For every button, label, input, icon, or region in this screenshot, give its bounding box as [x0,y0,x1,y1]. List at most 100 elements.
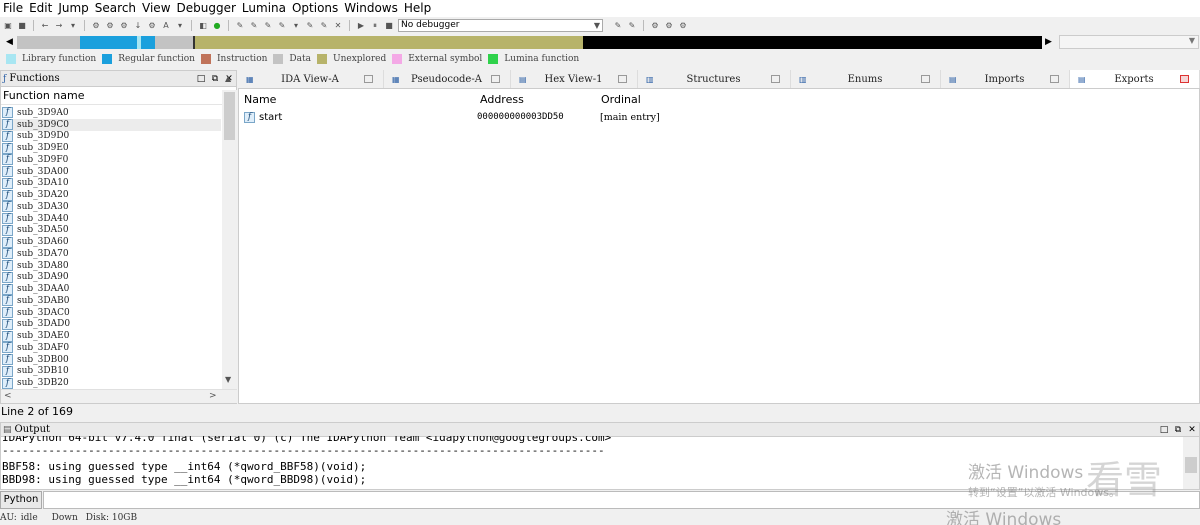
function-list-item[interactable]: f sub_3DB10 [1,365,221,378]
tool-icon[interactable]: ✎ [613,21,623,30]
nav-band-combo[interactable]: ▼ [1059,35,1199,49]
menu-edit[interactable]: Edit [26,0,55,17]
close-x-icon[interactable]: ✕ [333,21,343,30]
function-list-item[interactable]: f sub_3DAE0 [1,330,221,342]
menu-windows[interactable]: Windows [341,0,401,17]
output-scrollbar[interactable] [1183,437,1199,489]
function-list-item[interactable]: f sub_3DAA0 [1,283,221,295]
function-list-item[interactable]: f sub_3DA10 [1,177,221,190]
nav-left-arrow-icon[interactable]: ◀ [6,37,13,47]
function-list-item[interactable]: f sub_3D9F0 [1,154,221,166]
tool-icon[interactable]: ✎ [277,21,287,30]
tab-imports[interactable]: ▤ Imports [941,70,1070,88]
debugger-select[interactable]: No debugger ▼ [398,18,603,32]
tool-icon[interactable]: ⚙ [105,21,115,30]
pause-icon[interactable]: ⏸ [370,21,380,30]
function-list-item[interactable]: f sub_3D9E0 [1,142,221,154]
tab-ida-view-a[interactable]: ▦ IDA View-A [238,70,384,88]
tab-close-icon[interactable] [1050,75,1059,83]
function-list-item[interactable]: f sub_3D9D0 [1,130,221,143]
forward-icon[interactable]: → [54,21,64,30]
maximize-icon[interactable]: □ [194,74,208,84]
function-list-item[interactable]: f sub_3DA80 [1,260,221,272]
function-list-item[interactable]: f sub_3DAF0 [1,342,221,354]
tab-close-icon[interactable] [1180,75,1189,83]
function-list-item[interactable]: f sub_3DA00 [1,166,221,178]
download-icon[interactable]: ↓ [133,21,143,30]
function-list-item[interactable]: f sub_3DAD0 [1,318,221,331]
tool-icon[interactable]: ✎ [235,21,245,30]
tool-icon[interactable]: ✎ [249,21,259,30]
menu-debugger[interactable]: Debugger [174,0,239,17]
nav-band-bar[interactable] [17,36,1042,49]
function-list-item[interactable]: f sub_3DB20 [1,377,221,389]
function-list-item[interactable]: f sub_3DAB0 [1,295,221,307]
functions-horizontal-scrollbar[interactable]: < > [1,389,237,403]
play-icon[interactable]: ▶ [356,21,366,30]
dropdown-icon[interactable]: ▾ [175,21,185,30]
tool-icon[interactable]: ✎ [627,21,637,30]
chevron-right-icon[interactable]: > [209,391,217,401]
menu-file[interactable]: File [0,0,26,17]
tool-icon[interactable]: ⚙ [664,21,674,30]
graph-icon[interactable]: ◧ [198,21,208,30]
tool-icon[interactable]: ⚙ [678,21,688,30]
tool-icon[interactable]: ⚙ [147,21,157,30]
menu-help[interactable]: Help [401,0,434,17]
tool-icon[interactable]: ✎ [305,21,315,30]
menu-jump[interactable]: Jump [55,0,91,17]
nav-right-arrow-icon[interactable]: ▶ [1045,37,1052,47]
scrollbar-thumb[interactable] [1185,457,1197,473]
tool-icon[interactable]: ⚙ [91,21,101,30]
tab-exports[interactable]: ▤ Exports [1070,70,1200,88]
dropdown-icon[interactable]: ▾ [68,21,78,30]
close-icon[interactable]: ✕ [1185,425,1199,435]
function-list-item[interactable]: f sub_3DA40 [1,213,221,225]
tool-icon[interactable]: ✎ [319,21,329,30]
function-name-header[interactable]: Function name [1,87,236,105]
exports-name-header[interactable]: Name [244,93,276,106]
function-list-item[interactable]: f sub_3D9C0 [1,118,221,131]
tab-structures[interactable]: ▥ Structures [638,70,791,88]
tool-icon[interactable]: ⚙ [119,21,129,30]
function-list-item[interactable]: f sub_3DA70 [1,248,221,260]
ascii-icon[interactable]: A [161,21,171,30]
scrollbar-thumb[interactable] [224,92,235,140]
function-list-item[interactable]: f sub_3DA20 [1,189,221,201]
float-icon[interactable]: ⧉ [1171,425,1185,435]
functions-vertical-scrollbar[interactable]: ▲ ▼ [222,74,237,390]
tab-close-icon[interactable] [618,75,627,83]
stop-icon[interactable]: ■ [384,21,394,30]
chevron-down-icon[interactable]: ▼ [225,375,231,384]
tab-close-icon[interactable] [491,75,500,83]
open-icon[interactable]: ▣ [3,21,13,30]
back-icon[interactable]: ← [40,21,50,30]
save-icon[interactable]: ■ [17,21,27,30]
tab-enums[interactable]: ▥ Enums [791,70,941,88]
function-list-item[interactable]: f sub_3DAC0 [1,307,221,319]
exports-ordinal-header[interactable]: Ordinal [601,93,641,106]
chevron-left-icon[interactable]: < [4,391,12,401]
function-list-item[interactable]: f sub_3DA50 [1,224,221,237]
tool-icon[interactable]: ✎ [263,21,273,30]
chevron-up-icon[interactable]: ▲ [225,74,231,83]
tab-close-icon[interactable] [921,75,930,83]
function-list-item[interactable]: f sub_3DB00 [1,354,221,366]
maximize-icon[interactable]: □ [1157,425,1171,435]
menu-options[interactable]: Options [289,0,341,17]
tab-close-icon[interactable] [364,75,373,83]
export-row[interactable]: f start [243,110,282,124]
tab-close-icon[interactable] [771,75,780,83]
dropdown-icon[interactable]: ▾ [291,21,301,30]
green-dot-icon[interactable]: ● [212,21,222,30]
float-icon[interactable]: ⧉ [208,74,222,84]
function-list-item[interactable]: f sub_3DA30 [1,201,221,213]
tab-hex-view-1[interactable]: ▤ Hex View-1 [511,70,638,88]
tool-icon[interactable]: ⚙ [650,21,660,30]
tab-pseudocode-a[interactable]: ▦ Pseudocode-A [384,70,511,88]
python-language-button[interactable]: Python [0,490,42,509]
function-list-item[interactable]: f sub_3D9A0 [1,107,221,119]
menu-lumina[interactable]: Lumina [239,0,289,17]
menu-view[interactable]: View [139,0,173,17]
function-list-item[interactable]: f sub_3DA60 [1,236,221,248]
